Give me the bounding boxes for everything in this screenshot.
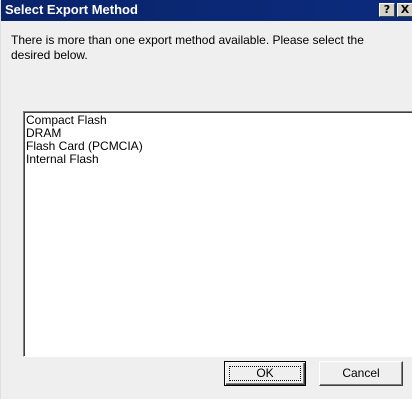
help-button[interactable]: ? — [379, 3, 395, 17]
close-icon: X — [400, 3, 410, 16]
export-method-list[interactable]: Compact Flash DRAM Flash Card (PCMCIA) I… — [23, 111, 412, 357]
close-button[interactable]: X — [397, 3, 412, 17]
title-bar[interactable]: Select Export Method ? X — [1, 0, 412, 21]
select-export-method-dialog: Select Export Method ? X There is more t… — [0, 0, 412, 399]
ok-button-label: OK — [256, 366, 274, 380]
cancel-button-label: Cancel — [342, 366, 380, 380]
list-item-internal-flash[interactable]: Internal Flash — [26, 153, 412, 166]
list-item-compact-flash[interactable]: Compact Flash — [26, 114, 412, 127]
instruction-message: There is more than one export method ava… — [11, 33, 364, 62]
dialog-title: Select Export Method — [5, 2, 138, 17]
cancel-button[interactable]: Cancel — [319, 361, 403, 386]
help-icon: ? — [383, 3, 391, 16]
ok-button[interactable]: OK — [224, 361, 306, 386]
